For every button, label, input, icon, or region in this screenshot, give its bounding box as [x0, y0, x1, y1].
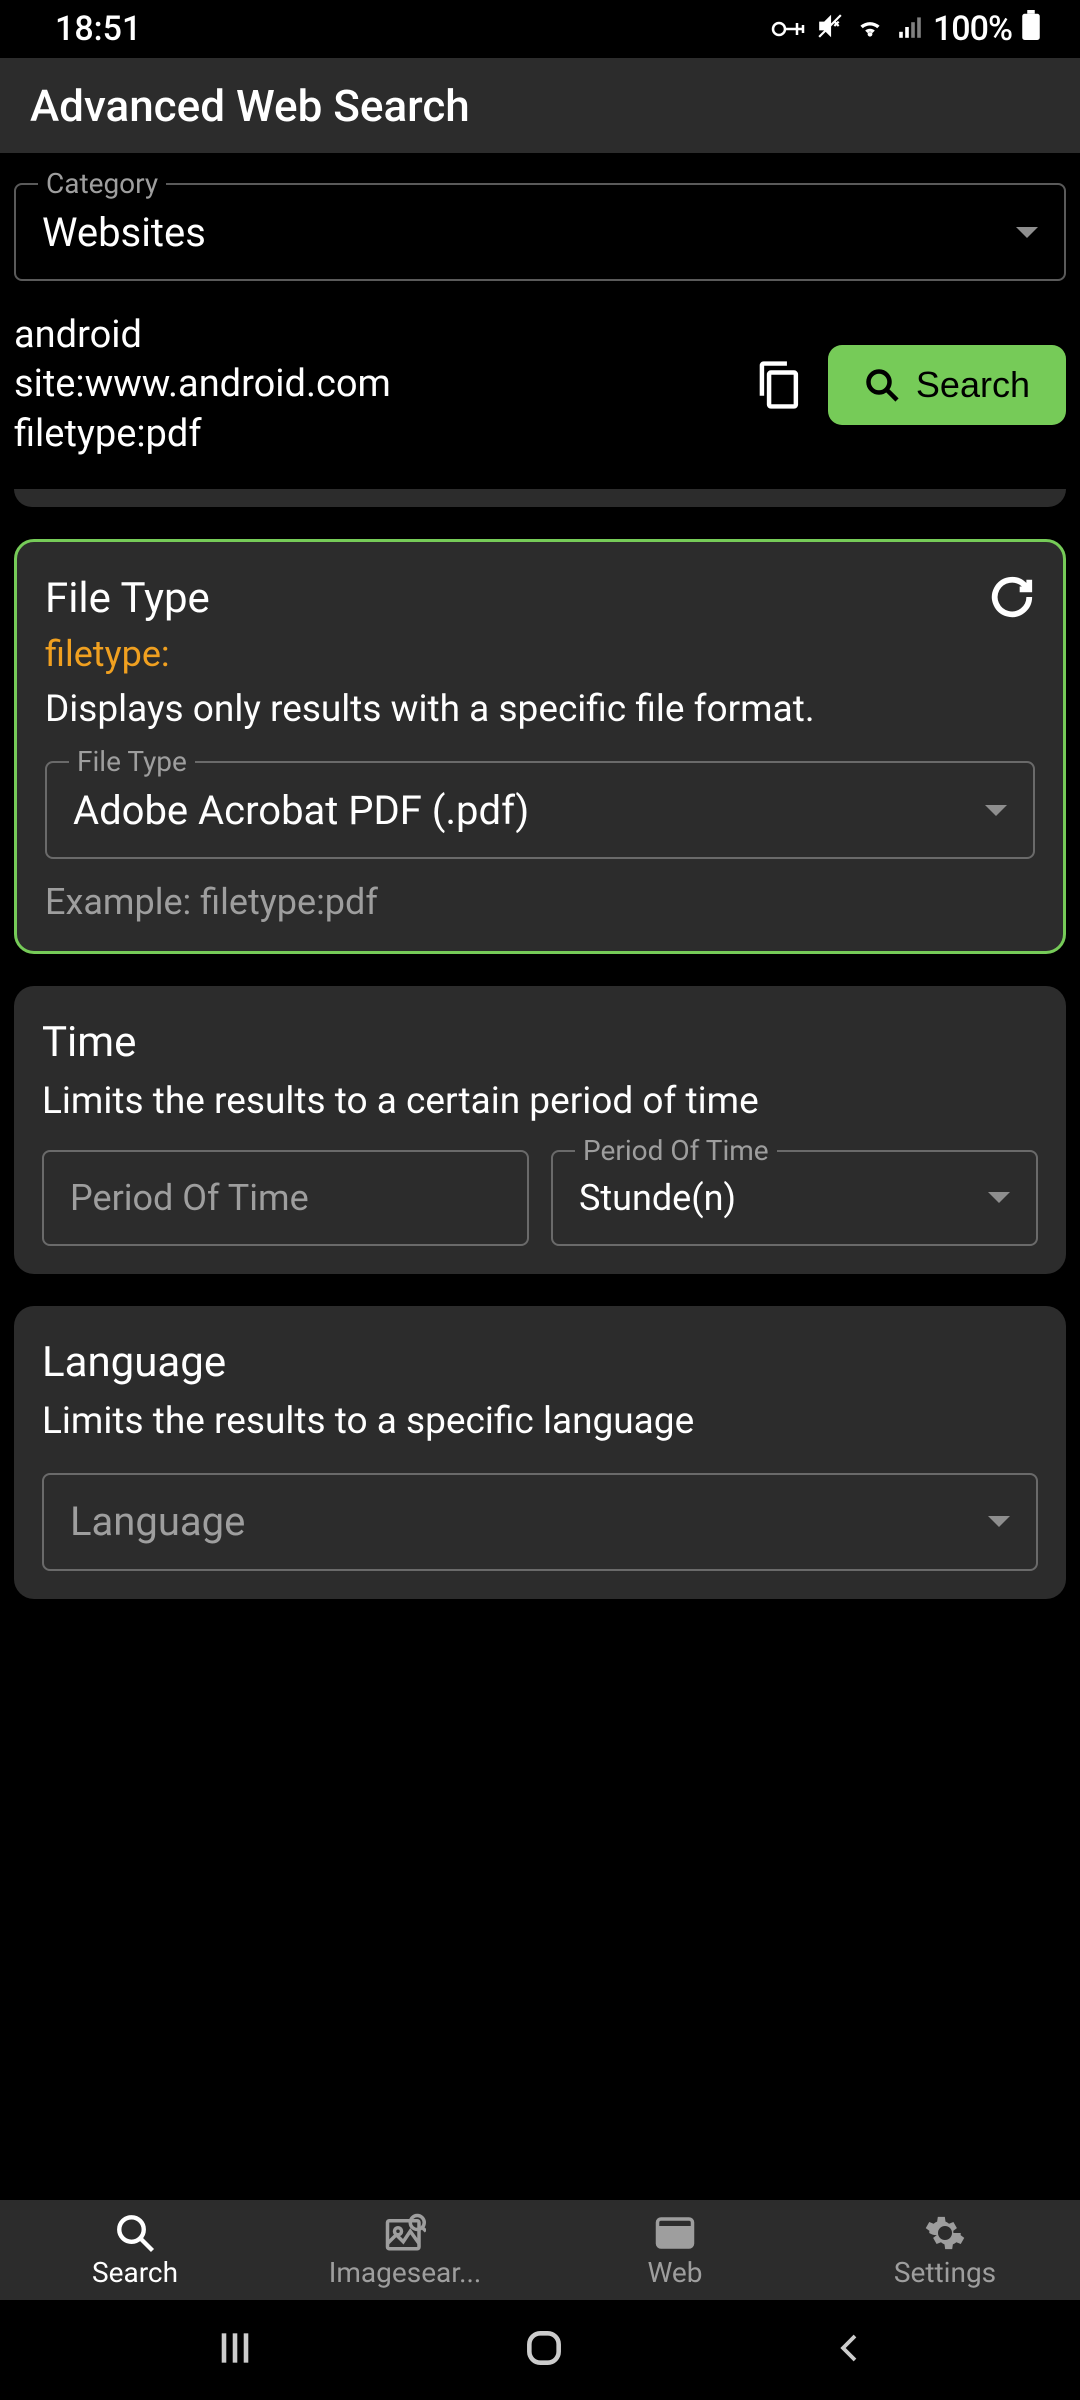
refresh-icon — [989, 574, 1035, 620]
recent-icon — [213, 2326, 257, 2370]
gear-icon — [924, 2212, 966, 2254]
language-card: Language Limits the results to a specifi… — [14, 1306, 1066, 1599]
refresh-button[interactable] — [989, 574, 1035, 620]
filetype-dropdown[interactable]: File Type Adobe Acrobat PDF (.pdf) — [45, 761, 1035, 859]
filetype-field-label: File Type — [69, 745, 195, 778]
back-icon — [831, 2326, 867, 2370]
back-button[interactable] — [831, 2326, 867, 2374]
chevron-down-icon — [1016, 227, 1038, 238]
language-placeholder: Language — [70, 1498, 245, 1545]
filetype-card: File Type filetype: Displays only result… — [14, 539, 1066, 954]
chevron-down-icon — [988, 1516, 1010, 1527]
signal-icon — [897, 12, 923, 47]
filetype-description: Displays only results with a specific fi… — [45, 687, 1035, 733]
bottom-nav: Search Imagesear... Web Settings — [0, 2200, 1080, 2300]
category-label: Category — [38, 167, 166, 200]
status-icons — [771, 12, 923, 47]
language-title: Language — [42, 1338, 1038, 1387]
time-unit-label: Period Of Time — [575, 1134, 777, 1167]
search-button[interactable]: Search — [828, 345, 1066, 425]
time-description: Limits the results to a certain period o… — [42, 1079, 1038, 1125]
time-card: Time Limits the results to a certain per… — [14, 986, 1066, 1273]
web-icon — [654, 2212, 696, 2254]
time-title: Time — [42, 1018, 1038, 1067]
status-battery: 100% — [933, 9, 1012, 49]
nav-imagesearch[interactable]: Imagesear... — [270, 2200, 540, 2300]
nav-search[interactable]: Search — [0, 2200, 270, 2300]
wifi-icon — [855, 12, 885, 47]
home-button[interactable] — [522, 2326, 566, 2374]
time-unit-value: Stunde(n) — [579, 1177, 736, 1219]
battery-icon — [1022, 10, 1040, 48]
query-text: android site:www.android.com filetype:pd… — [14, 311, 728, 459]
image-search-icon — [384, 2212, 426, 2254]
time-amount-input[interactable]: Period Of Time — [42, 1150, 529, 1246]
copy-button[interactable] — [748, 355, 808, 415]
filetype-example: Example: filetype:pdf — [45, 881, 1035, 923]
status-time: 18:51 — [55, 9, 141, 49]
filetype-title: File Type — [45, 574, 210, 623]
mute-icon — [817, 12, 843, 47]
nav-settings[interactable]: Settings — [810, 2200, 1080, 2300]
nav-web[interactable]: Web — [540, 2200, 810, 2300]
chevron-down-icon — [985, 805, 1007, 816]
category-dropdown[interactable]: Category Websites — [14, 183, 1066, 281]
recent-apps-button[interactable] — [213, 2326, 257, 2374]
language-description: Limits the results to a specific languag… — [42, 1399, 1038, 1445]
app-bar: Advanced Web Search — [0, 58, 1080, 153]
language-dropdown[interactable]: Language — [42, 1473, 1038, 1571]
query-row: android site:www.android.com filetype:pd… — [14, 281, 1066, 489]
category-value: Websites — [42, 209, 206, 256]
copy-icon — [756, 360, 800, 410]
search-icon — [864, 367, 900, 403]
filetype-value: Adobe Acrobat PDF (.pdf) — [73, 787, 529, 834]
time-amount-placeholder: Period Of Time — [44, 1177, 309, 1219]
filetype-operator: filetype: — [45, 633, 1035, 675]
previous-card-edge — [14, 489, 1066, 507]
home-icon — [522, 2326, 566, 2370]
vpn-icon — [771, 12, 805, 47]
status-right: 100% — [771, 9, 1040, 49]
page-title: Advanced Web Search — [30, 80, 470, 132]
status-bar: 18:51 — [0, 0, 1080, 58]
system-nav — [0, 2300, 1080, 2400]
chevron-down-icon — [988, 1192, 1010, 1203]
search-icon — [114, 2212, 156, 2254]
time-unit-dropdown[interactable]: Period Of Time Stunde(n) — [551, 1150, 1038, 1246]
